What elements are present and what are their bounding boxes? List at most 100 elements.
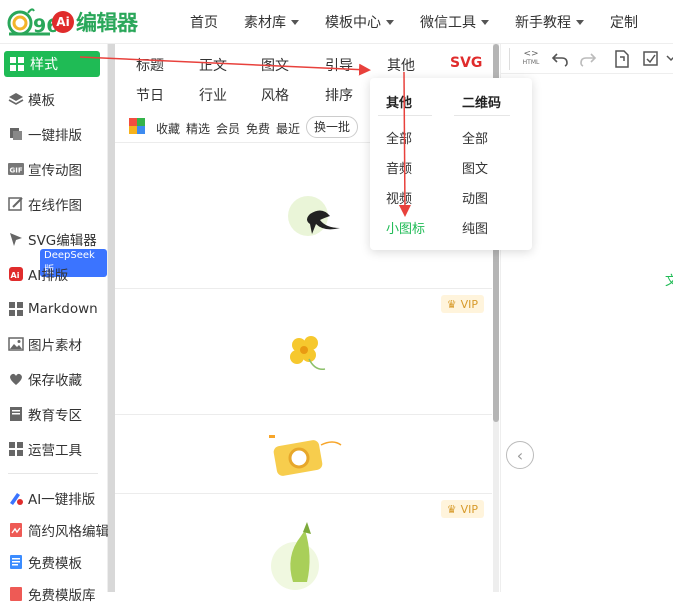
camera-icon [269, 435, 342, 476]
document-icon[interactable] [613, 50, 631, 68]
sidebar-item-label: 宣传动图 [28, 163, 82, 179]
chevron-left-icon: ‹ [516, 445, 524, 465]
sidebar-item-label: AI一键排版 [28, 492, 96, 508]
sidebar-item-education[interactable]: 教育专区 [8, 403, 82, 425]
nav-label: 模板中心 [325, 15, 381, 31]
sidebar-item-markdown[interactable]: Markdown [8, 298, 98, 320]
tab-body[interactable]: 正文 [199, 55, 227, 75]
tab-other[interactable]: 其他 [387, 55, 415, 75]
image-icon [8, 337, 24, 351]
dropdown-item-audio[interactable]: 音频 [386, 158, 412, 177]
sidebar-item-styles[interactable]: 样式 [4, 51, 100, 77]
sidebar-item-promo-gif[interactable]: GIF 宣传动图 [8, 158, 82, 180]
filter-featured[interactable]: 精选 [186, 120, 210, 137]
nav-label: 素材库 [244, 15, 286, 31]
sidebar-item-label: Markdown [28, 301, 98, 317]
dropdown-divider [378, 115, 432, 116]
nav-home[interactable]: 首页 [190, 12, 218, 32]
sidebar-item-online-draw[interactable]: 在线作图 [8, 193, 82, 215]
snail-logo-icon: 96 [7, 8, 56, 37]
style-card[interactable]: ♛ VIP [115, 493, 492, 592]
undo-icon[interactable] [551, 50, 569, 68]
sidebar-item-ai-one-click[interactable]: AI一键排版 [8, 487, 95, 509]
checkbox-icon[interactable] [642, 50, 660, 68]
sidebar-scrollbar[interactable] [108, 44, 115, 592]
dropdown-item-video[interactable]: 视频 [386, 188, 412, 207]
sidebar-item-ai-layout[interactable]: Ai AI排版 [8, 263, 68, 285]
tab-sort[interactable]: 排序 [325, 85, 353, 105]
dropdown-item-plain-image[interactable]: 纯图 [462, 218, 488, 237]
nav-templates[interactable]: 模板中心 [325, 12, 394, 32]
swallow-icon [288, 196, 340, 236]
tab-style[interactable]: 风格 [261, 85, 289, 105]
collapse-panel-button[interactable]: ‹ [506, 441, 534, 469]
sidebar: 样式 模板 一键排版 GIF 宣传动图 在线作图 SVG编辑器 DeepSeek… [0, 44, 109, 604]
nav-label: 首页 [190, 15, 218, 31]
sidebar-item-image-materials[interactable]: 图片素材 [8, 333, 82, 355]
sidebar-item-free-template-library[interactable]: 免费模版库 [8, 583, 96, 605]
nav-wechat-tools[interactable]: 微信工具 [420, 12, 489, 32]
sidebar-item-saved-favorites[interactable]: 保存收藏 [8, 368, 82, 390]
crown-icon: ♛ [446, 297, 457, 311]
sidebar-item-label: 在线作图 [28, 198, 82, 214]
dropdown-item-small-icons[interactable]: 小图标 [386, 218, 425, 237]
caret-down-icon [386, 19, 394, 25]
dropdown-item-image-text[interactable]: 图文 [462, 158, 488, 177]
tab-industry[interactable]: 行业 [199, 85, 227, 105]
sidebar-item-label: 一键排版 [28, 128, 82, 144]
nav-label: 新手教程 [515, 15, 571, 31]
dropdown-item-animated[interactable]: 动图 [462, 188, 488, 207]
main-nav: 首页 素材库 模板中心 微信工具 新手教程 定制 [190, 0, 664, 44]
filter-favorites[interactable]: 收藏 [156, 120, 180, 137]
editor-partial-text: 文 [665, 274, 673, 289]
sidebar-item-svg-editor[interactable]: SVG编辑器 [8, 228, 97, 250]
layers-icon [8, 93, 24, 105]
flower-icon [290, 336, 326, 371]
nav-custom[interactable]: 定制 [610, 12, 638, 32]
tab-guide[interactable]: 引导 [325, 55, 353, 75]
logo-ai-badge: Ai [52, 11, 74, 33]
vip-label: VIP [460, 502, 478, 516]
html-code-icon[interactable]: <> HTML [521, 50, 541, 68]
filter-free[interactable]: 免费 [246, 120, 270, 137]
caret-down-icon [291, 19, 299, 25]
other-dropdown-menu: 其他 二维码 全部 音频 视频 小图标 全部 图文 动图 纯图 [370, 78, 532, 250]
sidebar-item-simple-style[interactable]: 简约风格编辑 [8, 519, 109, 541]
redo-icon[interactable] [579, 50, 597, 68]
cursor-icon [10, 233, 22, 246]
filter-member[interactable]: 会员 [216, 120, 240, 137]
tab-festival[interactable]: 节日 [136, 85, 164, 105]
nav-materials[interactable]: 素材库 [244, 12, 299, 32]
sidebar-item-one-click-layout[interactable]: 一键排版 [8, 123, 82, 145]
tab-title[interactable]: 标题 [136, 55, 164, 75]
svg-text:GIF: GIF [10, 167, 23, 175]
color-palette-icon[interactable] [129, 118, 145, 134]
style-card[interactable] [115, 414, 492, 493]
style-card[interactable]: ♛ VIP [115, 288, 492, 414]
sidebar-item-templates[interactable]: 模板 [8, 88, 55, 110]
logo[interactable]: 96 Ai 编辑器 [6, 6, 138, 38]
filter-recent[interactable]: 最近 [276, 120, 300, 137]
refresh-button[interactable]: 换一批 [306, 116, 359, 138]
sidebar-item-free-templates[interactable]: 免费模板 [8, 551, 82, 573]
crown-icon: ♛ [446, 502, 457, 516]
sidebar-item-label: 免费模板 [28, 556, 82, 572]
book-icon [10, 407, 22, 421]
sidebar-item-operations-tools[interactable]: 运营工具 [8, 438, 82, 460]
vip-badge: ♛ VIP [440, 295, 484, 313]
toolbar-separator [509, 48, 510, 70]
dropdown-col-other-title: 其他 [386, 96, 413, 111]
chevron-down-icon[interactable] [666, 50, 673, 68]
nav-tutorials[interactable]: 新手教程 [515, 12, 584, 32]
sidebar-item-label: 图片素材 [28, 338, 82, 354]
dropdown-item-qrcode-all[interactable]: 全部 [462, 128, 488, 147]
caret-down-icon [481, 19, 489, 25]
dropdown-item-other-all[interactable]: 全部 [386, 128, 412, 147]
vip-badge: ♛ VIP [440, 500, 484, 518]
tab-svg[interactable]: SVG [450, 55, 482, 71]
logo-text: 编辑器 [76, 11, 138, 35]
sidebar-item-label: 运营工具 [28, 443, 82, 459]
svg-text:Ai: Ai [11, 271, 20, 280]
grid-icon [9, 442, 23, 456]
tab-image-text[interactable]: 图文 [261, 55, 289, 75]
